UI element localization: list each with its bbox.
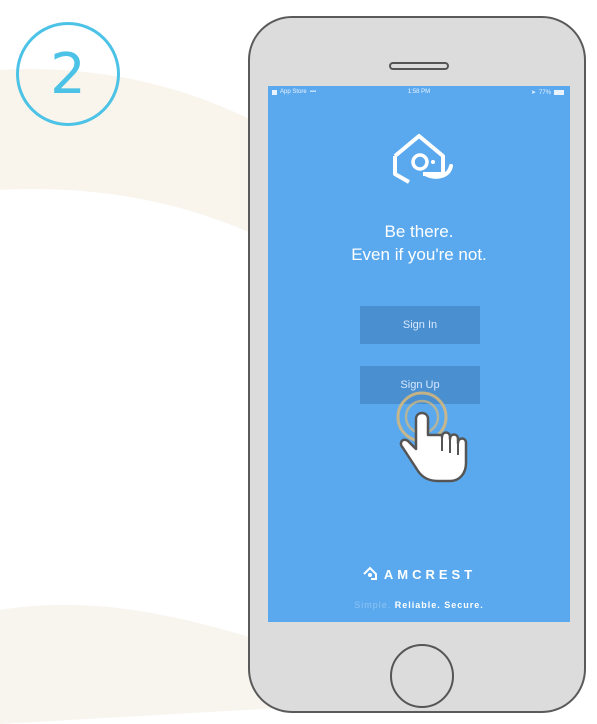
battery-icon xyxy=(554,90,564,95)
brand-name: AMCREST xyxy=(383,566,477,582)
step-number: 2 xyxy=(50,41,86,107)
location-icon: ➤ xyxy=(530,90,536,96)
hand-pointer-icon xyxy=(396,391,468,483)
step-number-badge: 2 xyxy=(16,22,120,126)
home-camera-logo-icon xyxy=(393,134,453,184)
status-battery: 77% xyxy=(538,89,551,96)
brand-slogan: Simple. Reliable. Secure. xyxy=(268,600,570,610)
tagline-line-2: Even if you're not. xyxy=(351,245,487,264)
brand-logo: AMCREST xyxy=(268,566,570,582)
phone-home-button[interactable] xyxy=(390,644,454,708)
amcrest-logo-icon xyxy=(363,566,377,580)
status-bar: App Store ▪▪▪ 1:58 PM ➤ 77% xyxy=(268,86,570,100)
phone-speaker xyxy=(389,62,449,70)
slogan-part-1: Simple. xyxy=(354,600,392,610)
phone-screen: App Store ▪▪▪ 1:58 PM ➤ 77% Be there. Ev… xyxy=(268,86,570,622)
sign-in-button[interactable]: Sign In xyxy=(360,306,480,344)
tagline-line-1: Be there. xyxy=(384,222,454,241)
slogan-part-2: Reliable. Secure. xyxy=(394,600,484,610)
status-time: 1:58 PM xyxy=(407,89,431,95)
